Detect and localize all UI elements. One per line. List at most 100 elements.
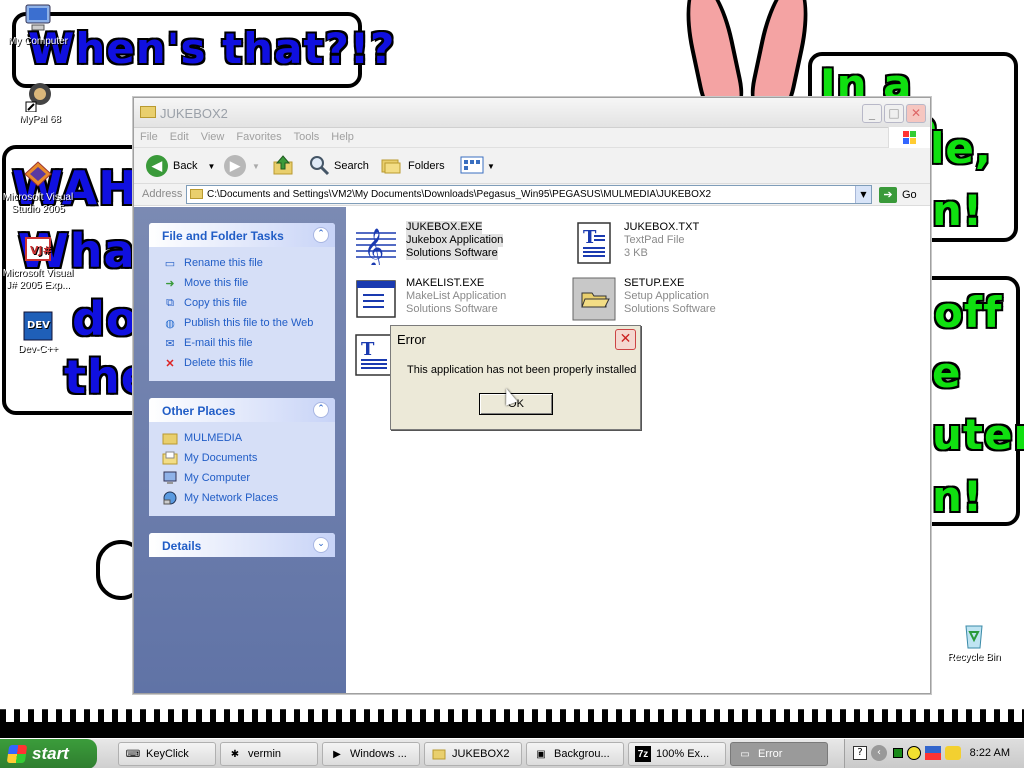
dialog-titlebar[interactable]: Error ✕ xyxy=(391,326,640,353)
dialog-title: Error xyxy=(397,332,426,347)
dev-cpp-icon: DEV xyxy=(22,310,54,342)
svg-text:𝄞: 𝄞 xyxy=(364,228,384,265)
other-places-panel: Other Places ⌃ MULMEDIA My Documents My … xyxy=(149,398,335,516)
file-tasks-header[interactable]: File and Folder Tasks ⌃ xyxy=(149,223,335,247)
svg-text:DEV: DEV xyxy=(27,320,50,331)
minimize-button[interactable]: _ xyxy=(862,104,882,123)
task-email-file[interactable]: ✉ E-mail this file xyxy=(162,333,335,353)
file-list: 𝄞 JUKEBOX.EXE Jukebox Application Soluti… xyxy=(346,207,930,693)
window-titlebar[interactable]: JUKEBOX2 _ □ ✕ xyxy=(134,98,930,128)
file-item-jukebox-exe[interactable]: 𝄞 JUKEBOX.EXE Jukebox Application Soluti… xyxy=(348,219,558,269)
desktop-icon-visual-jsharp[interactable]: VJ# Microsoft Visual J# 2005 Exp... xyxy=(0,234,78,292)
other-places-header[interactable]: Other Places ⌃ xyxy=(149,398,335,422)
place-my-documents[interactable]: My Documents xyxy=(162,448,335,468)
taskbar: start ⌨ KeyClick ✱ vermin ▶ Windows ... JUK… xyxy=(0,738,1024,768)
tray-flag-icon[interactable] xyxy=(925,746,941,760)
taskbar-button-keyclick[interactable]: ⌨ KeyClick xyxy=(118,742,216,766)
menu-view[interactable]: View xyxy=(195,128,231,146)
task-move-file[interactable]: ➜ Move this file xyxy=(162,273,335,293)
7zip-icon: 7z xyxy=(635,746,651,762)
up-folder-button[interactable] xyxy=(272,154,294,179)
windows-flag-icon xyxy=(6,745,28,763)
music-clef-icon: 𝄞 xyxy=(354,221,398,269)
menu-file[interactable]: File xyxy=(134,128,164,146)
taskbar-button-vermin[interactable]: ✱ vermin xyxy=(220,742,318,766)
menu-bar: File Edit View Favorites Tools Help xyxy=(134,127,930,149)
balloon-left-line-3: do xyxy=(72,292,139,346)
desktop-icon-recycle-bin[interactable]: Recycle Bin xyxy=(934,618,1014,664)
tray-green-icon[interactable] xyxy=(893,748,903,758)
delete-icon: ✕ xyxy=(165,357,175,370)
visual-jsharp-icon: VJ# xyxy=(22,234,54,266)
taskbar-button-7zip[interactable]: 7z 100% Ex... xyxy=(628,742,726,766)
back-button[interactable]: ◀ Back ▼ xyxy=(146,155,215,177)
address-dropdown-icon[interactable]: ▼ xyxy=(855,186,871,203)
close-button[interactable]: ✕ xyxy=(906,104,926,123)
desktop-icon-dev-cpp[interactable]: DEV Dev-C++ xyxy=(0,310,78,356)
file-item-makelist-exe[interactable]: MAKELIST.EXE MakeList Application Soluti… xyxy=(348,275,558,325)
folders-icon xyxy=(380,154,402,179)
collapse-chevron-icon[interactable]: ⌃ xyxy=(313,227,329,243)
address-bar: Address C:\Documents and Settings\VM2\My… xyxy=(134,184,930,206)
recycle-bin-icon xyxy=(958,618,990,650)
views-dropdown-icon[interactable]: ▼ xyxy=(487,162,495,171)
search-button[interactable]: Search xyxy=(308,155,369,177)
tray-pencil-icon[interactable] xyxy=(945,746,961,760)
balloon-right-bottom-line-3: uter, xyxy=(932,410,1024,459)
background-app-icon: ▣ xyxy=(536,748,546,760)
forward-dropdown-icon[interactable]: ▼ xyxy=(252,162,260,171)
theater-seat-row xyxy=(0,722,1024,738)
up-folder-icon xyxy=(272,154,294,179)
ok-button[interactable]: OK xyxy=(479,393,553,415)
place-my-network-places[interactable]: My Network Places xyxy=(162,488,335,508)
start-button[interactable]: start xyxy=(0,739,97,768)
menu-favorites[interactable]: Favorites xyxy=(230,128,287,146)
forward-button[interactable]: ▶ ▼ xyxy=(224,155,260,177)
menu-help[interactable]: Help xyxy=(325,128,360,146)
clock[interactable]: 8:22 AM xyxy=(970,747,1010,759)
details-panel: Details ⌄ xyxy=(149,533,335,557)
standard-toolbar: ◀ Back ▼ ▶ ▼ Search Folders ▼ xyxy=(134,148,930,184)
computer-icon xyxy=(162,470,178,486)
views-icon xyxy=(460,154,484,179)
network-places-icon xyxy=(162,490,178,506)
back-dropdown-icon[interactable]: ▼ xyxy=(207,162,215,171)
balloon-right-bottom-line-1: off xyxy=(934,288,1003,337)
vermin-icon: ✱ xyxy=(230,748,240,760)
svg-text:VJ#: VJ# xyxy=(30,244,52,257)
help-icon[interactable]: ? xyxy=(853,746,867,760)
desktop-icon-my-computer[interactable]: My Computer xyxy=(0,2,78,48)
go-button[interactable]: ➔ Go xyxy=(879,186,917,204)
dialog-close-button[interactable]: ✕ xyxy=(615,329,636,350)
task-rename-file[interactable]: ▭ Rename this file xyxy=(162,253,335,273)
window-content: File and Folder Tasks ⌃ ▭ Rename this fil… xyxy=(134,207,930,693)
tray-sun-icon[interactable] xyxy=(907,746,921,760)
views-button[interactable]: ▼ xyxy=(460,155,495,177)
expand-chevron-icon[interactable]: ⌄ xyxy=(313,537,329,553)
task-copy-file[interactable]: ⧉ Copy this file xyxy=(162,293,335,313)
place-my-computer[interactable]: My Computer xyxy=(162,468,335,488)
desktop-icon-visual-studio[interactable]: Microsoft Visual Studio 2005 xyxy=(0,158,78,216)
file-item-jukebox-txt[interactable]: T JUKEBOX.TXT TextPad File 3 KB xyxy=(566,219,776,269)
place-mulmedia[interactable]: MULMEDIA xyxy=(162,428,335,448)
menu-tools[interactable]: Tools xyxy=(288,128,326,146)
taskbar-button-jukebox2[interactable]: JUKEBOX2 xyxy=(424,742,522,766)
tray-expand-icon[interactable]: ‹ xyxy=(871,745,887,761)
menu-edit[interactable]: Edit xyxy=(164,128,195,146)
file-item-setup-exe[interactable]: SETUP.EXE Setup Application Solutions So… xyxy=(566,275,776,325)
desktop-icon-mypal[interactable]: MyPal 68 xyxy=(0,80,80,126)
maximize-button[interactable]: □ xyxy=(884,104,904,123)
details-header[interactable]: Details ⌄ xyxy=(149,533,335,557)
balloon-text-top-left: When's that?!? xyxy=(28,24,396,73)
address-input[interactable]: C:\Documents and Settings\VM2\My Documen… xyxy=(186,185,872,204)
collapse-chevron-icon[interactable]: ⌃ xyxy=(313,402,329,418)
rename-icon: ▭ xyxy=(164,257,176,270)
folders-button[interactable]: Folders xyxy=(380,155,445,177)
task-publish-file[interactable]: ◍ Publish this file to the Web xyxy=(162,313,335,333)
taskbar-button-error[interactable]: ▭ Error xyxy=(730,742,828,766)
email-icon: ✉ xyxy=(165,337,175,350)
task-delete-file[interactable]: ✕ Delete this file xyxy=(162,353,335,373)
balloon-right-bottom-line-2: e xyxy=(932,348,962,397)
taskbar-button-background[interactable]: ▣ Backgrou... xyxy=(526,742,624,766)
taskbar-button-windows[interactable]: ▶ Windows ... xyxy=(322,742,420,766)
